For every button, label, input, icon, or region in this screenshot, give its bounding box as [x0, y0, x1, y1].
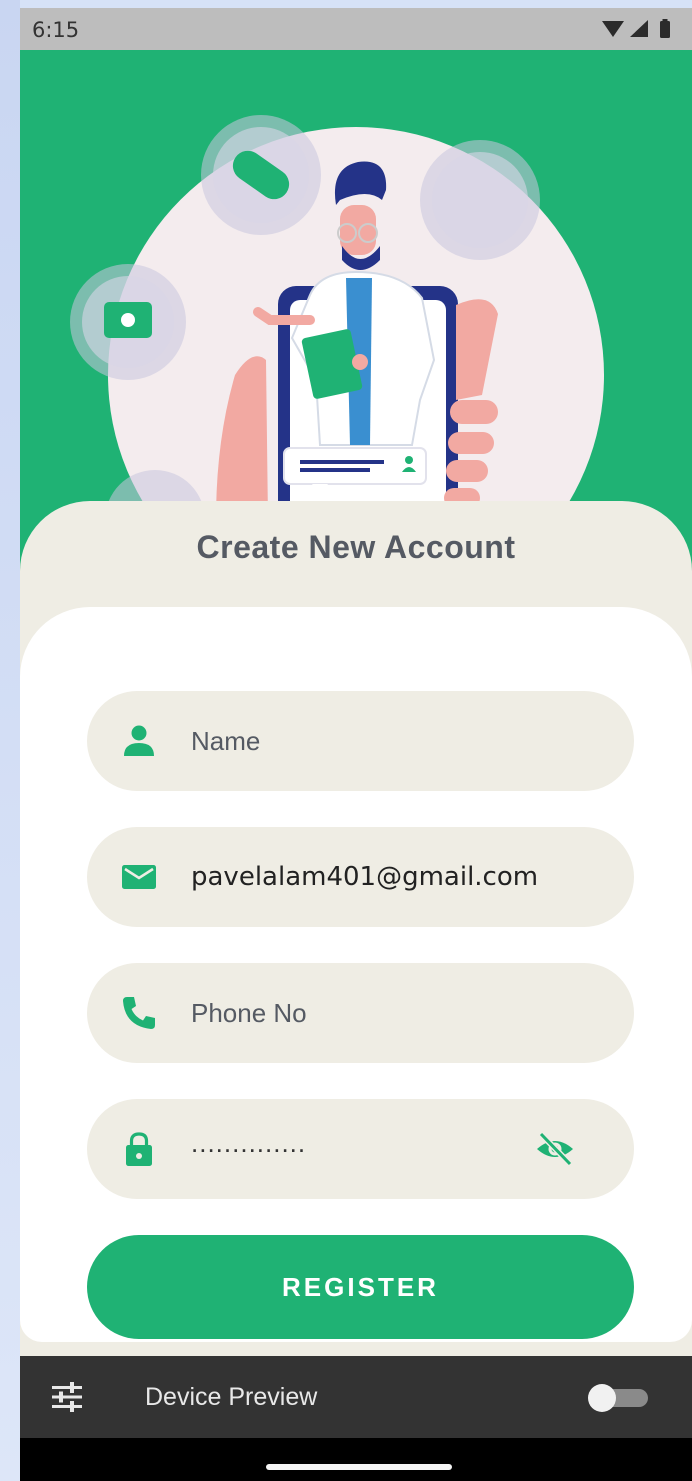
- wifi-icon: [602, 21, 624, 37]
- medical-kit-badge-icon: [70, 264, 186, 380]
- tune-icon[interactable]: [50, 1380, 84, 1414]
- phone-field[interactable]: Phone No: [87, 963, 634, 1063]
- device-preview-label: Device Preview: [145, 1383, 318, 1411]
- name-placeholder: Name: [191, 726, 261, 756]
- home-gesture-handle[interactable]: [266, 1464, 452, 1470]
- desktop-background: [0, 0, 20, 1481]
- signal-icon: [630, 20, 648, 37]
- system-navigation-bar: [20, 1438, 692, 1481]
- password-value: ..............: [191, 1128, 307, 1158]
- doctor-illustration: [70, 115, 604, 570]
- register-card: Create New Account Name pavelalam401@gma…: [20, 501, 692, 1356]
- device-screen: 6:15 Create New Account Name pavelalam40…: [20, 8, 692, 1481]
- device-preview-bar: Device Preview: [20, 1356, 692, 1438]
- device-preview-toggle[interactable]: [586, 1384, 652, 1412]
- register-button[interactable]: REGISTER: [87, 1235, 634, 1339]
- phone-placeholder: Phone No: [191, 998, 307, 1028]
- register-form: Name pavelalam401@gmail.com Phone No ...…: [20, 607, 692, 1342]
- lock-icon: [126, 1132, 152, 1166]
- page-title: Create New Account: [196, 529, 516, 565]
- status-time: 6:15: [32, 18, 80, 42]
- bandage-badge-icon: [201, 115, 321, 235]
- password-field[interactable]: ..............: [87, 1099, 634, 1199]
- battery-icon: [660, 21, 670, 38]
- name-field[interactable]: Name: [87, 691, 634, 791]
- person-icon: [124, 725, 154, 756]
- phone-icon: [123, 997, 155, 1029]
- email-field[interactable]: pavelalam401@gmail.com: [87, 827, 634, 927]
- eye-off-icon[interactable]: [535, 1131, 575, 1167]
- status-icons: [602, 19, 670, 38]
- email-value: pavelalam401@gmail.com: [191, 862, 539, 892]
- email-icon: [122, 865, 156, 889]
- status-bar: 6:15: [20, 8, 692, 50]
- decorative-bubble-icon: [420, 140, 540, 260]
